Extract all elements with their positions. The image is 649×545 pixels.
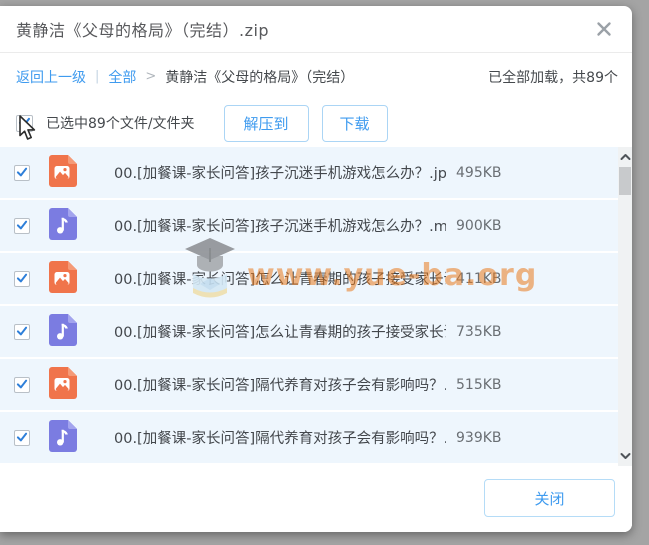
selection-toolbar: 已选中89个文件/文件夹 解压到 下载 bbox=[0, 99, 632, 147]
selection-count-label: 已选中89个文件/文件夹 bbox=[46, 113, 195, 133]
file-name: 00.[加餐课-家长问答]隔代养育对孩子会有影响吗？.mp3 bbox=[114, 427, 446, 448]
file-size: 735KB bbox=[456, 324, 502, 340]
file-row[interactable]: 00.[加餐课-家长问答]孩子沉迷手机游戏怎么办？.mp3 900KB bbox=[0, 200, 618, 251]
checkmark-icon bbox=[16, 322, 28, 341]
breadcrumb-back-link[interactable]: 返回上一级 bbox=[16, 67, 86, 87]
dialog-title: 黄静洁《父母的格局》（完结）.zip bbox=[16, 17, 269, 41]
checkmark-icon bbox=[16, 428, 28, 447]
breadcrumb-chevron-icon: > bbox=[145, 69, 156, 84]
close-button[interactable] bbox=[592, 17, 616, 41]
audio-file-icon bbox=[49, 208, 77, 244]
archive-viewer-dialog: 黄静洁《父母的格局》（完结）.zip 返回上一级 | 全部 > 黄静洁《父母的格… bbox=[0, 6, 632, 532]
file-size: 515KB bbox=[456, 377, 502, 393]
audio-file-icon bbox=[49, 420, 77, 456]
dialog-header: 黄静洁《父母的格局》（完结）.zip bbox=[0, 6, 632, 53]
select-all-checkbox[interactable] bbox=[16, 115, 33, 132]
file-checkbox[interactable] bbox=[14, 165, 30, 181]
download-button[interactable]: 下载 bbox=[322, 105, 388, 142]
breadcrumb-divider: | bbox=[95, 69, 99, 84]
extract-to-button[interactable]: 解压到 bbox=[224, 105, 309, 142]
breadcrumb-all-link[interactable]: 全部 bbox=[108, 67, 136, 87]
list-scrollbar[interactable] bbox=[618, 147, 632, 466]
file-row[interactable]: 00.[加餐课-家长问答]隔代养育对孩子会有影响吗？.jpg 515KB bbox=[0, 359, 618, 410]
file-checkbox[interactable] bbox=[14, 377, 30, 393]
audio-file-icon bbox=[49, 314, 77, 350]
file-row[interactable]: 00.[加餐课-家长问答]隔代养育对孩子会有影响吗？.mp3 939KB bbox=[0, 412, 618, 463]
file-list: 00.[加餐课-家长问答]孩子沉迷手机游戏怎么办？.jpg495KB00.[加餐… bbox=[0, 147, 618, 466]
file-checkbox[interactable] bbox=[14, 430, 30, 446]
image-file-icon bbox=[49, 367, 77, 403]
file-row[interactable]: 00.[加餐课-家长问答]怎么让青春期的孩子接受家长讲话... 411KB bbox=[0, 253, 618, 304]
close-icon bbox=[596, 21, 612, 37]
image-file-icon bbox=[49, 261, 77, 297]
file-row[interactable]: 00.[加餐课-家长问答]怎么让青春期的孩子接受家长讲话... 735KB bbox=[0, 306, 618, 357]
file-name: 00.[加餐课-家长问答]怎么让青春期的孩子接受家长讲话... bbox=[114, 321, 446, 342]
load-status: 已全部加载，共89个 bbox=[488, 67, 618, 87]
scroll-down-icon[interactable] bbox=[618, 448, 632, 464]
scroll-up-icon[interactable] bbox=[618, 149, 632, 165]
file-size: 939KB bbox=[456, 430, 502, 446]
breadcrumb-current: 黄静洁《父母的格局》（完结） bbox=[165, 67, 354, 87]
breadcrumb: 返回上一级 | 全部 > 黄静洁《父母的格局》（完结） 已全部加载，共89个 bbox=[0, 54, 632, 99]
checkmark-icon bbox=[16, 163, 28, 182]
checkmark-icon bbox=[16, 375, 28, 394]
checkmark-icon bbox=[18, 114, 31, 133]
file-size: 900KB bbox=[456, 218, 502, 234]
file-checkbox[interactable] bbox=[14, 271, 30, 287]
file-size: 495KB bbox=[456, 165, 502, 181]
scrollbar-thumb[interactable] bbox=[619, 167, 631, 195]
image-file-icon bbox=[49, 155, 77, 191]
file-name: 00.[加餐课-家长问答]孩子沉迷手机游戏怎么办？.mp3 bbox=[114, 215, 446, 236]
file-checkbox[interactable] bbox=[14, 324, 30, 340]
file-name: 00.[加餐课-家长问答]怎么让青春期的孩子接受家长讲话... bbox=[114, 268, 446, 289]
close-dialog-button[interactable]: 关闭 bbox=[484, 479, 615, 517]
dialog-footer: 关闭 bbox=[0, 466, 632, 532]
checkmark-icon bbox=[16, 269, 28, 288]
file-name: 00.[加餐课-家长问答]隔代养育对孩子会有影响吗？.jpg bbox=[114, 374, 446, 395]
file-row[interactable]: 00.[加餐课-家长问答]孩子沉迷手机游戏怎么办？.jpg 495KB bbox=[0, 147, 618, 198]
file-size: 411KB bbox=[456, 271, 502, 287]
checkmark-icon bbox=[16, 216, 28, 235]
file-name: 00.[加餐课-家长问答]孩子沉迷手机游戏怎么办？.jpg bbox=[114, 162, 446, 183]
file-checkbox[interactable] bbox=[14, 218, 30, 234]
